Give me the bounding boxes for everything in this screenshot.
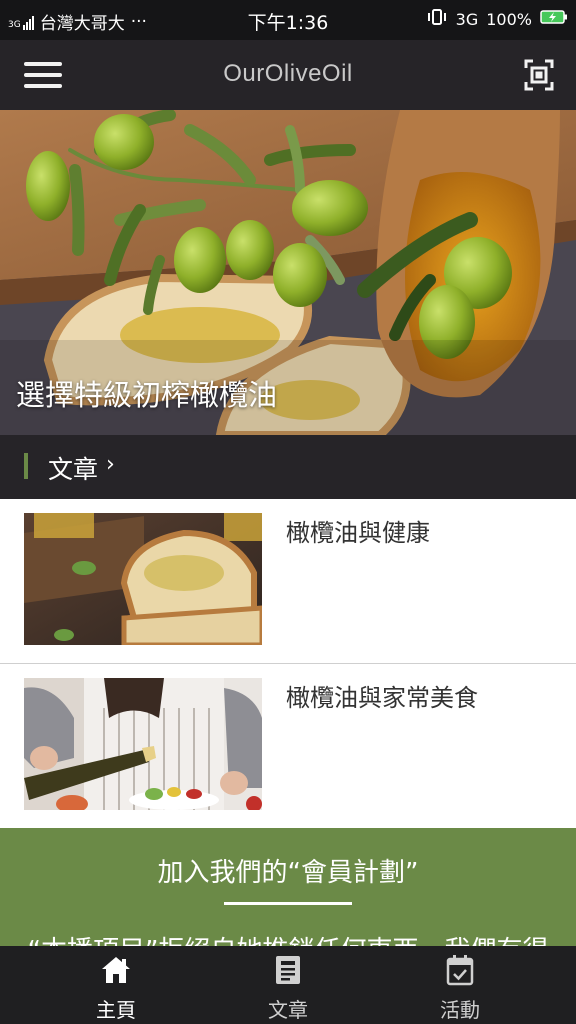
app-title: OurOliveOil	[223, 60, 353, 87]
article-title: 橄欖油與健康	[286, 519, 430, 547]
bottom-tab-bar: 主頁 文章 活動	[0, 946, 576, 1024]
article-thumbnail	[24, 513, 262, 645]
article-icon	[272, 954, 304, 986]
membership-title: 加入我們的“會員計劃”	[157, 858, 419, 888]
section-accent-bar	[24, 453, 28, 479]
app-bar: OurOliveOil	[0, 40, 576, 110]
article-item[interactable]: 橄欖油與家常美食	[0, 664, 576, 829]
tab-events[interactable]: 活動	[400, 946, 520, 1024]
membership-divider	[224, 902, 352, 905]
membership-description: “本播項目”拒絕自她推銷任何東西，我們有得	[0, 930, 576, 946]
article-title: 橄欖油與家常美食	[286, 684, 478, 712]
scan-icon[interactable]	[524, 58, 554, 92]
tab-label: 活動	[440, 998, 480, 1022]
home-icon	[100, 954, 132, 986]
tab-home[interactable]: 主頁	[56, 946, 176, 1024]
hero-caption: 選擇特級初榨橄欖油	[16, 378, 278, 412]
calendar-check-icon	[444, 954, 476, 986]
battery-percent: 100%	[486, 9, 532, 29]
network-type: 3G	[455, 9, 479, 29]
hero-banner[interactable]: 選擇特級初榨橄欖油	[0, 110, 576, 435]
membership-banner[interactable]: 加入我們的“會員計劃” “本播項目”拒絕自她推銷任何東西，我們有得	[0, 828, 576, 946]
vibrate-icon	[426, 9, 448, 29]
articles-section-header[interactable]: 文章 ›	[0, 435, 576, 499]
battery-charging-icon	[540, 9, 568, 29]
article-thumbnail	[24, 678, 262, 810]
article-item[interactable]: 橄欖油與健康	[0, 499, 576, 664]
chevron-right-icon: ›	[106, 452, 115, 477]
section-title: 文章	[48, 455, 99, 484]
tab-articles[interactable]: 文章	[228, 946, 348, 1024]
tab-label: 文章	[268, 998, 308, 1022]
status-bar: 3G 台灣大哥大 ··· 下午1:36 3G 100%	[0, 0, 576, 40]
tab-label: 主頁	[96, 998, 136, 1022]
